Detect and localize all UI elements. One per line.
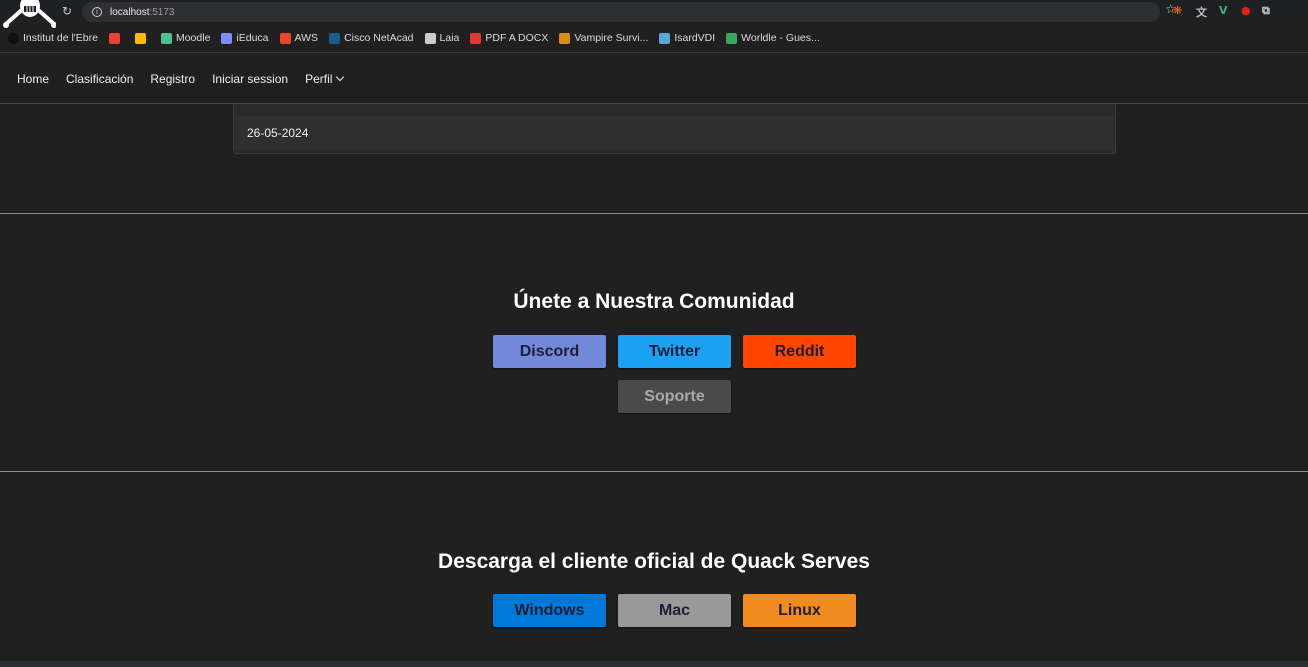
- bookmark-item[interactable]: Cisco NetAcad: [329, 32, 414, 44]
- download-title: Descarga el cliente oficial de Quack Ser…: [438, 550, 870, 573]
- vue-devtools-icon[interactable]: V: [1219, 4, 1228, 17]
- nav-iniciar-session[interactable]: Iniciar session: [212, 72, 288, 86]
- url-text: localhost:5173: [110, 6, 175, 18]
- match-card: 26-05-2024: [233, 104, 1116, 154]
- soporte-button[interactable]: Soporte: [618, 380, 731, 413]
- bookmark-label: PDF A DOCX: [485, 32, 549, 44]
- bookmark-item[interactable]: iEduca: [221, 32, 269, 44]
- aws-icon: [279, 32, 291, 44]
- bookmark-label: Institut de l'Ebre: [23, 32, 98, 44]
- isard-icon: [659, 32, 671, 44]
- adblock-icon[interactable]: ●: [1241, 4, 1251, 17]
- section-divider: [0, 213, 1308, 214]
- bookmark-item[interactable]: [108, 32, 124, 44]
- section-divider: [0, 471, 1308, 472]
- extension-icon[interactable]: ❋: [1173, 4, 1182, 17]
- footer-strip: [0, 661, 1308, 667]
- site-navbar: Home Clasificación Registro Iniciar sess…: [0, 53, 1308, 104]
- skull-logo-icon: [3, 0, 56, 28]
- bookmark-label: Vampire Survi...: [574, 32, 649, 44]
- bookmark-item[interactable]: [134, 32, 150, 44]
- bookmark-item[interactable]: Worldle - Gues...: [726, 32, 820, 44]
- bookmark-item[interactable]: Laia: [424, 32, 460, 44]
- nav-home[interactable]: Home: [17, 72, 49, 86]
- linux-download-button[interactable]: Linux: [743, 594, 856, 627]
- match-date: 26-05-2024: [235, 116, 1114, 150]
- nav-perfil-dropdown[interactable]: Perfil: [305, 71, 345, 86]
- ieduca-icon: [221, 32, 233, 44]
- bookmark-item[interactable]: AWS: [279, 32, 319, 44]
- bookmark-label: IsardVDI: [674, 32, 716, 44]
- mac-download-button[interactable]: Mac: [618, 594, 731, 627]
- twitter-button[interactable]: Twitter: [618, 335, 731, 368]
- nav-registro[interactable]: Registro: [150, 72, 195, 86]
- bookmark-label: Worldle - Gues...: [741, 32, 820, 44]
- globe-icon: [726, 32, 738, 44]
- site-info-icon[interactable]: i: [92, 7, 102, 17]
- bookmark-item[interactable]: IsardVDI: [659, 32, 715, 44]
- bookmark-item[interactable]: PDF A DOCX: [470, 32, 548, 44]
- nav-perfil-label: Perfil: [305, 71, 333, 86]
- bookmark-item[interactable]: Moodle: [160, 32, 211, 44]
- cisco-icon: [329, 32, 341, 44]
- reload-icon[interactable]: ↻: [62, 4, 72, 18]
- bookmarks-bar: Institut de l'Ebre Moodle iEduca AWS Cisco N…: [0, 27, 1308, 49]
- gmail-icon: [108, 32, 120, 44]
- browser-toolbar: ↻ i localhost:5173 ☆ ❋ 文 V ● ⧉: [0, 0, 1308, 28]
- drive-icon: [134, 32, 146, 44]
- address-bar[interactable]: i localhost:5173: [82, 2, 1160, 22]
- translate-extension-icon[interactable]: 文: [1196, 4, 1207, 20]
- extensions-puzzle-icon[interactable]: ⧉: [1262, 4, 1270, 18]
- discord-button[interactable]: Discord: [493, 335, 606, 368]
- vampire-icon: [559, 32, 571, 44]
- bookmark-label: Moodle: [175, 32, 211, 44]
- bookmark-item[interactable]: Vampire Survi...: [559, 32, 648, 44]
- pdf-icon: [470, 32, 482, 44]
- bookmark-label: iEduca: [236, 32, 269, 44]
- community-title: Únete a Nuestra Comunidad: [513, 290, 795, 313]
- nav-clasificacion[interactable]: Clasificación: [66, 72, 133, 86]
- moodle-icon: [160, 32, 172, 44]
- chevron-down-icon: [336, 72, 345, 81]
- reddit-button[interactable]: Reddit: [743, 335, 856, 368]
- bookmark-label: Cisco NetAcad: [344, 32, 414, 44]
- bookmark-label: AWS: [294, 32, 319, 44]
- bookmark-label: Laia: [439, 32, 460, 44]
- windows-download-button[interactable]: Windows: [493, 594, 606, 627]
- laia-icon: [424, 32, 436, 44]
- bookmark-item[interactable]: Institut de l'Ebre: [8, 32, 98, 44]
- circle-icon: [8, 32, 19, 44]
